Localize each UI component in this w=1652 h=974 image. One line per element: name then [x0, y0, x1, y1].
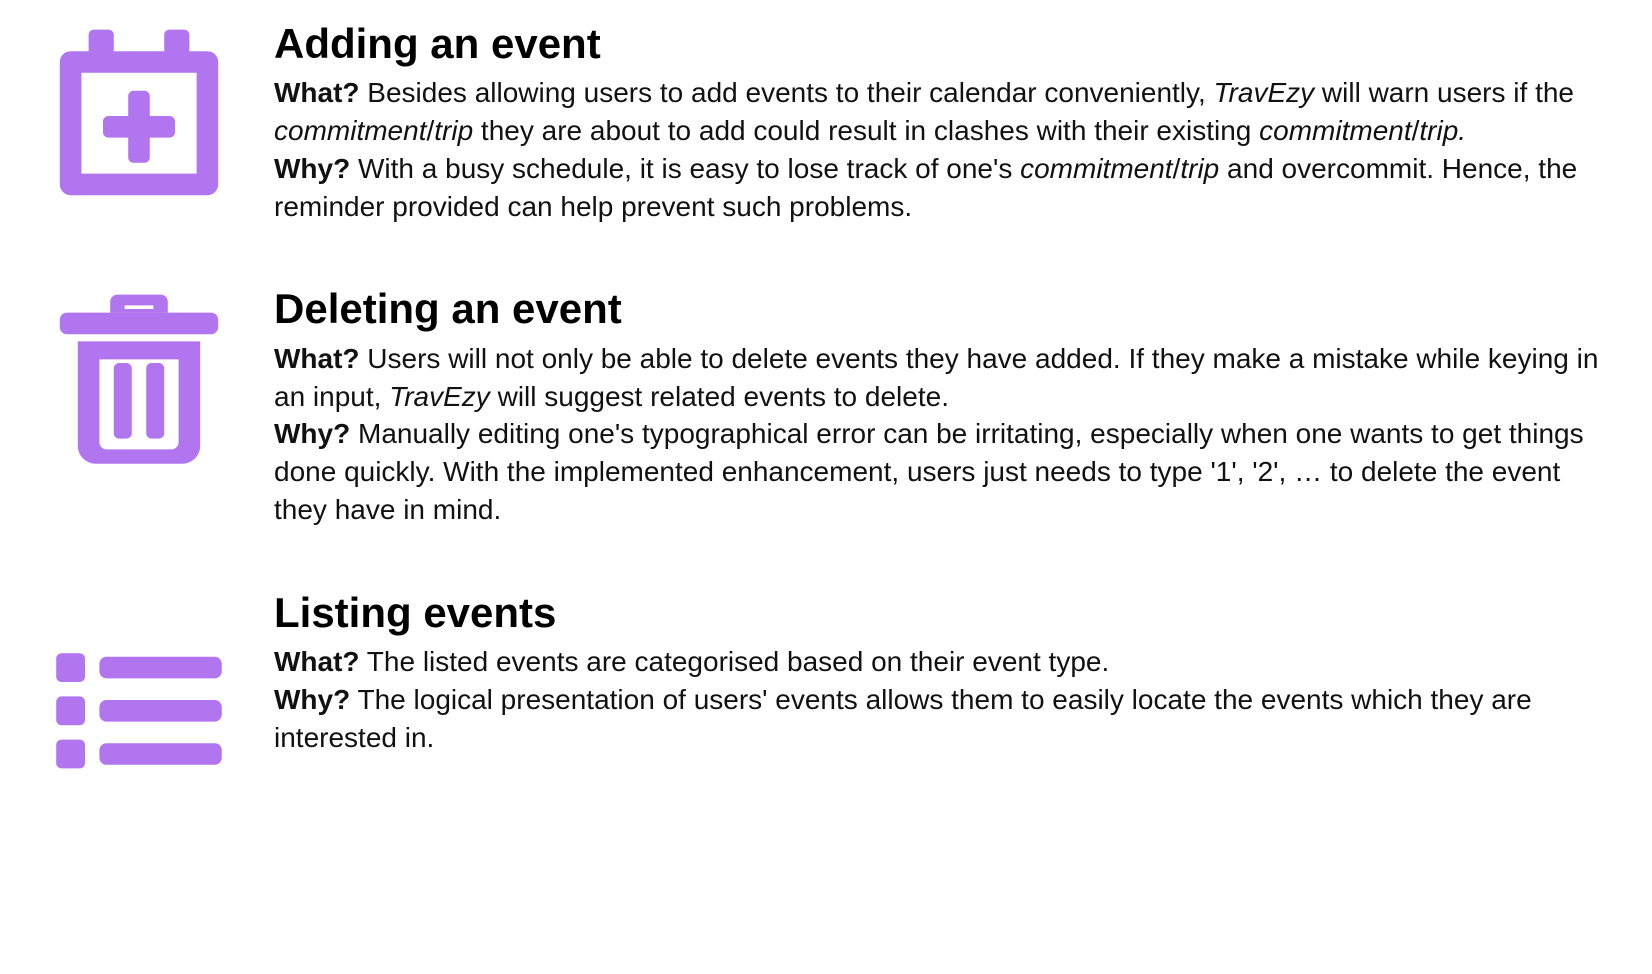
calendar-add-icon [24, 20, 254, 206]
section-delete-text: Deleting an event What? Users will not o… [254, 285, 1612, 528]
trash-icon [24, 285, 254, 471]
list-icon [24, 589, 254, 799]
body-delete: What? Users will not only be able to del… [274, 340, 1612, 529]
heading-delete: Deleting an event [274, 285, 1612, 333]
heading-list: Listing events [274, 589, 1612, 637]
section-add-event: Adding an event What? Besides allowing u… [24, 20, 1612, 225]
body-add: What? Besides allowing users to add even… [274, 74, 1612, 225]
section-list-text: Listing events What? The listed events a… [254, 589, 1612, 757]
section-list-events: Listing events What? The listed events a… [24, 589, 1612, 799]
section-delete-event: Deleting an event What? Users will not o… [24, 285, 1612, 528]
document-page: Adding an event What? Besides allowing u… [0, 0, 1652, 974]
body-list: What? The listed events are categorised … [274, 643, 1612, 756]
section-add-text: Adding an event What? Besides allowing u… [254, 20, 1612, 225]
heading-add: Adding an event [274, 20, 1612, 68]
